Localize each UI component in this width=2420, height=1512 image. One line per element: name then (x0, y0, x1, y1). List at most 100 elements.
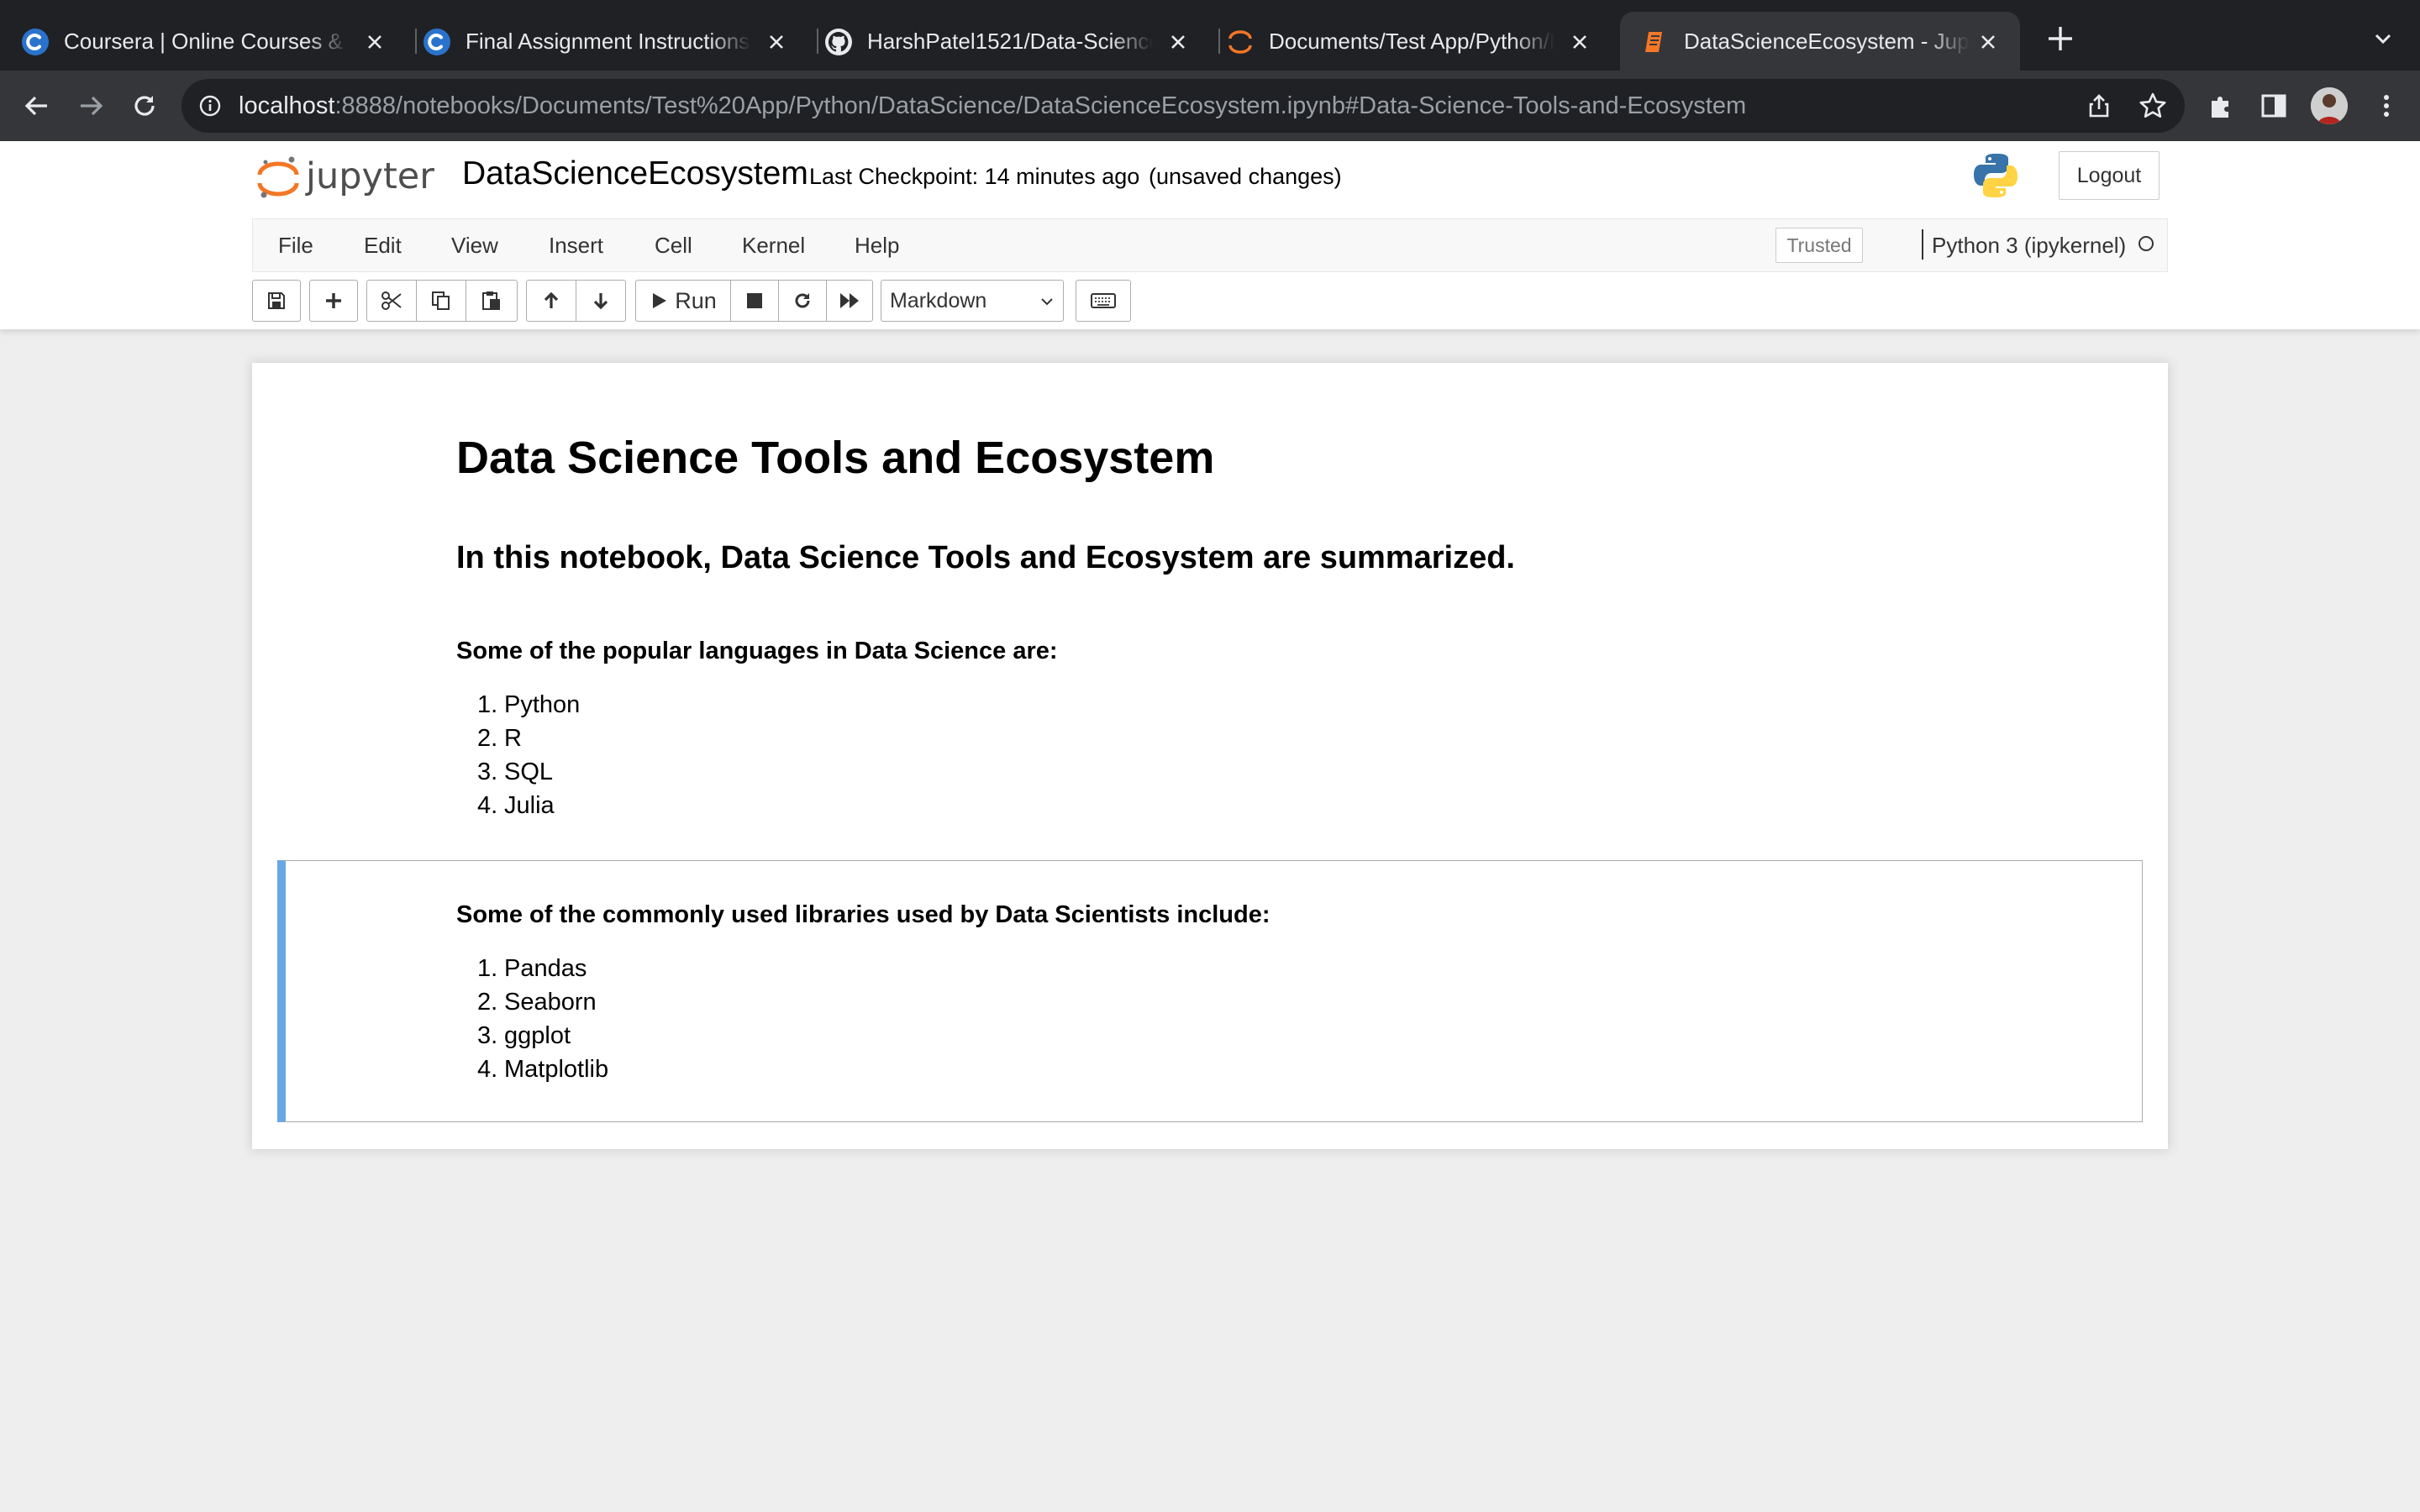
share-icon[interactable] (2086, 92, 2112, 119)
chevron-down-icon[interactable] (2370, 25, 2396, 52)
jupyter-logo-icon: jupyter (257, 155, 434, 198)
list-item: 2. R (477, 725, 522, 752)
browser-tab-strip: Coursera | Online Courses & Credentials … (0, 0, 2420, 71)
insert-cell-button[interactable] (309, 280, 358, 322)
paste-icon (482, 291, 500, 310)
list-item: 1. Python (477, 691, 581, 718)
bookmark-star-icon[interactable] (2138, 91, 2168, 121)
avatar[interactable] (2311, 87, 2348, 124)
profile-picture-icon (2311, 87, 2348, 124)
list-item: 4. Julia (477, 792, 555, 819)
logout-button[interactable]: Logout (2059, 151, 2160, 200)
tab-title: DataScienceEcosystem - Jupyter Notebook (1684, 29, 1970, 54)
menu-edit[interactable]: Edit (364, 231, 402, 260)
browser-toolbar: localhost:8888/notebooks/Documents/Test%… (0, 71, 2420, 141)
list-item: 1. Pandas (477, 955, 587, 982)
run-label: Run (675, 287, 717, 313)
browser-tab[interactable]: Final Assignment Instructions: Create an… (402, 12, 815, 71)
close-icon[interactable] (1976, 30, 2000, 54)
save-icon (268, 292, 285, 309)
github-icon (825, 29, 852, 55)
save-button[interactable] (252, 280, 301, 322)
restart-run-all-button[interactable] (826, 280, 873, 322)
side-panel-icon[interactable] (2259, 91, 2289, 121)
address-bar[interactable]: localhost:8888/notebooks/Documents/Test%… (182, 79, 2185, 133)
url-host: localhost (239, 92, 335, 119)
menu-insert[interactable]: Insert (549, 231, 603, 260)
menubar: File Edit View Insert Cell Kernel Help T… (252, 218, 2168, 272)
url-text: localhost:8888/notebooks/Documents/Test%… (239, 91, 1746, 121)
new-tab-icon[interactable] (2044, 22, 2077, 55)
python-logo-icon (1974, 154, 2018, 197)
menu-cell[interactable]: Cell (655, 231, 692, 260)
reload-icon[interactable] (128, 89, 161, 123)
tab-title: Documents/Test App/Python/DataScience/ (1269, 29, 1555, 54)
close-icon[interactable] (363, 30, 387, 54)
jupyter-icon (1228, 30, 1252, 54)
menu-kernel[interactable]: Kernel (742, 231, 805, 260)
play-icon (653, 293, 667, 308)
copy-button[interactable] (416, 280, 466, 322)
languages-list: 1. Python 2. R 3. SQL 4. Julia (477, 688, 580, 822)
cut-button[interactable] (366, 280, 417, 322)
list-item: 2. Seaborn (477, 989, 597, 1016)
plus-icon (326, 293, 341, 308)
close-icon[interactable] (1166, 30, 1190, 54)
browser-tab[interactable]: Coursera | Online Courses & Credentials … (0, 12, 413, 71)
notebook-name[interactable]: DataScienceEcosystem (462, 153, 808, 195)
jupyter-header: jupyter DataScienceEcosystem Last Checkp… (0, 141, 2420, 329)
notebook-intro-heading: In this notebook, Data Science Tools and… (456, 540, 1515, 575)
extensions-puzzle-icon[interactable] (2207, 91, 2237, 121)
tab-title: HarshPatel1521/Data-Science (867, 29, 1153, 54)
kernel-name[interactable]: Python 3 (ipykernel) (1932, 231, 2126, 260)
close-icon[interactable] (765, 30, 788, 54)
cell-type-value: Markdown (890, 289, 987, 312)
languages-heading: Some of the popular languages in Data Sc… (456, 638, 1058, 664)
browser-tab-active[interactable]: DataScienceEcosystem - Jupyter Notebook (1620, 12, 2020, 71)
copy-icon (432, 291, 450, 310)
restart-icon (795, 293, 810, 308)
checkpoint-status: Last Checkpoint: 14 minutes ago (809, 164, 1140, 189)
restart-kernel-button[interactable] (778, 280, 827, 322)
menu-view[interactable]: View (451, 231, 498, 260)
notebook-container: Data Science Tools and Ecosystem In this… (252, 363, 2168, 1149)
interrupt-button[interactable] (730, 280, 779, 322)
url-path: :8888/notebooks/Documents/Test%20App/Pyt… (334, 92, 1747, 119)
browser-tab[interactable]: HarshPatel1521/Data-Science (803, 12, 1217, 71)
chevron-down-icon (1041, 298, 1053, 306)
coursera-icon (22, 29, 49, 55)
jupyter-logo[interactable]: jupyter (257, 151, 440, 205)
scissors-icon (381, 291, 402, 310)
back-arrow-icon[interactable] (20, 89, 54, 123)
jupyter-logo-text: jupyter (305, 155, 434, 197)
menu-file[interactable]: File (278, 231, 313, 260)
list-item: 3. ggplot (477, 1022, 571, 1049)
kernel-divider (1922, 229, 1923, 260)
close-icon[interactable] (1568, 30, 1591, 54)
notebook-title-heading: Data Science Tools and Ecosystem (456, 433, 1215, 483)
more-menu-icon[interactable] (2371, 91, 2402, 121)
keyboard-icon (1091, 293, 1116, 308)
fast-forward-icon (840, 293, 859, 308)
kernel-idle-indicator (2139, 236, 2154, 251)
unsaved-status: (unsaved changes) (1149, 164, 1342, 189)
notebook-icon (1645, 32, 1662, 52)
libraries-list: 1. Pandas 2. Seaborn 3. ggplot 4. Matplotlib (477, 952, 608, 1086)
forward-arrow-icon[interactable] (74, 89, 108, 123)
menu-help[interactable]: Help (855, 231, 899, 260)
arrow-up-icon (544, 291, 559, 308)
paste-button[interactable] (466, 280, 518, 322)
arrow-down-icon (593, 293, 608, 310)
browser-tab[interactable]: Documents/Test App/Python/DataScience/ (1205, 12, 1618, 71)
move-up-button[interactable] (526, 280, 576, 322)
stop-icon (747, 293, 762, 308)
move-down-button[interactable] (576, 280, 626, 322)
tab-title: Coursera | Online Courses & Credentials … (64, 29, 350, 54)
libraries-heading: Some of the commonly used libraries used… (456, 901, 1270, 928)
cell-type-select[interactable]: Markdown (881, 280, 1064, 322)
command-palette-button[interactable] (1076, 280, 1131, 322)
run-button[interactable]: Run (635, 280, 731, 322)
trusted-indicator[interactable]: Trusted (1776, 228, 1863, 263)
info-icon[interactable] (198, 94, 222, 118)
coursera-icon (424, 29, 450, 55)
